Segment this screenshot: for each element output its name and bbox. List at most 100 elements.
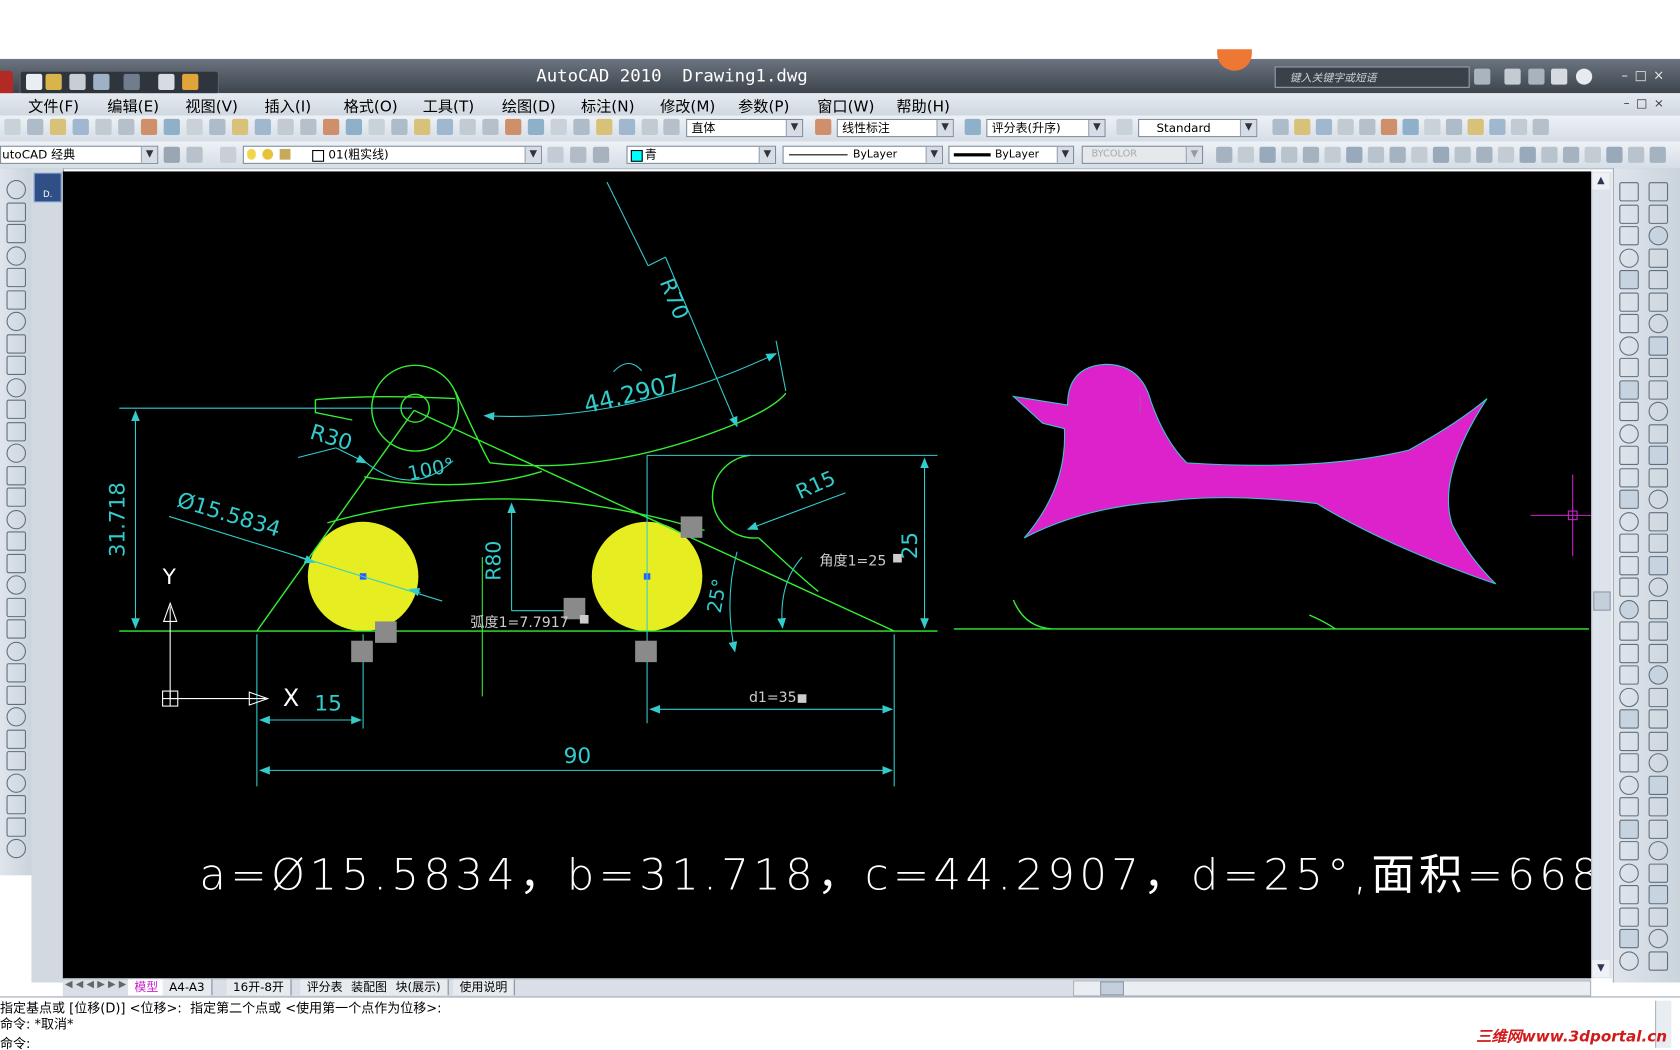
modify-tool-14-icon[interactable] <box>1619 468 1639 488</box>
standard-tool-22-icon[interactable] <box>482 118 499 136</box>
modify-tool-58-icon[interactable] <box>1648 643 1669 664</box>
modify-tool-15-icon[interactable] <box>1619 489 1639 509</box>
chevron-down-icon[interactable]: ▼ <box>758 146 775 163</box>
dimension-tool-12-icon[interactable] <box>1454 146 1471 163</box>
standard-tool-27-icon[interactable] <box>596 118 613 136</box>
modify-tool-29-icon[interactable] <box>1619 797 1639 817</box>
draw-tool-2-icon[interactable] <box>6 202 27 222</box>
draw-tool-7-icon[interactable] <box>6 311 27 332</box>
modify-tool-19-icon[interactable] <box>1619 577 1639 597</box>
doc-restore-button[interactable]: □ <box>1636 96 1654 110</box>
modify-tool-17-icon[interactable] <box>1619 533 1639 553</box>
draw-tool-23-icon[interactable] <box>6 663 27 683</box>
modify-tool-3-icon[interactable] <box>1619 226 1639 246</box>
dimension-tool-15-icon[interactable] <box>1519 146 1536 163</box>
draw-tool-28-icon[interactable] <box>6 773 27 793</box>
publish-icon[interactable] <box>182 73 199 91</box>
hscroll-thumb[interactable] <box>1100 981 1124 996</box>
dimension-tool-3-icon[interactable] <box>1259 146 1276 163</box>
vertical-scrollbar[interactable] <box>1591 171 1612 979</box>
modify-tool-72-icon[interactable] <box>1648 951 1669 971</box>
standard-tool-2-icon[interactable] <box>27 118 44 136</box>
text-style-combo[interactable]: 直体 ▼ <box>686 118 804 138</box>
standard-tool-6-icon[interactable] <box>118 118 135 136</box>
modify-tool-50-icon[interactable] <box>1648 468 1669 488</box>
standard-tool-36-icon[interactable] <box>1315 118 1333 136</box>
layout-tab-3[interactable]: 16开-8开 <box>226 979 292 996</box>
toolbar-lock-icon[interactable] <box>186 146 203 163</box>
menu-file[interactable]: 文件(F) <box>28 95 79 116</box>
draw-tool-1-icon[interactable] <box>6 180 27 200</box>
standard-tool-13-icon[interactable] <box>277 118 294 136</box>
undo-icon[interactable] <box>93 73 110 91</box>
standard-tool-33-icon[interactable] <box>1116 118 1133 136</box>
standard-tool-8-icon[interactable] <box>163 118 180 136</box>
chevron-down-icon[interactable]: ▼ <box>140 146 158 163</box>
draw-tool-25-icon[interactable] <box>6 707 27 727</box>
chevron-down-icon[interactable]: ▼ <box>785 120 803 137</box>
modify-tool-70-icon[interactable] <box>1648 907 1669 927</box>
chevron-down-icon[interactable]: ▼ <box>1239 120 1257 137</box>
menu-draw[interactable]: 绘图(D) <box>502 95 556 116</box>
draw-tool-13-icon[interactable] <box>6 443 27 463</box>
draw-tool-12-icon[interactable] <box>6 422 27 442</box>
layout-tab-1[interactable]: 模型 <box>127 979 166 996</box>
standard-tool-29-icon[interactable] <box>641 118 658 136</box>
standard-tool-11-icon[interactable] <box>231 118 249 136</box>
chevron-down-icon[interactable]: ▼ <box>1088 120 1105 137</box>
draw-tool-20-icon[interactable] <box>6 597 27 618</box>
dimension-tool-6-icon[interactable] <box>1324 146 1341 163</box>
standard-tool-32-icon[interactable] <box>964 118 981 136</box>
standard-tool-4-icon[interactable] <box>72 118 89 136</box>
scroll-thumb[interactable] <box>1593 591 1611 611</box>
menu-edit[interactable]: 编辑(E) <box>107 95 159 116</box>
color-combo[interactable]: 青 ▼ <box>626 145 777 164</box>
modify-tool-49-icon[interactable] <box>1648 445 1669 466</box>
modify-tool-33-icon[interactable] <box>1619 885 1639 905</box>
standard-tool-39-icon[interactable] <box>1380 118 1398 136</box>
layer-manager-icon[interactable] <box>220 146 237 163</box>
scroll-up-button[interactable]: ▲ <box>1592 172 1610 190</box>
standard-tool-12-icon[interactable] <box>254 118 271 136</box>
doc-close-button[interactable]: × <box>1654 96 1670 110</box>
standard-tool-21-icon[interactable] <box>459 118 476 136</box>
draw-tool-26-icon[interactable] <box>6 729 27 749</box>
dim-style-combo[interactable]: 线性标注 ▼ <box>836 118 954 138</box>
modify-tool-32-icon[interactable] <box>1619 863 1639 883</box>
maximize-button[interactable]: □ <box>1634 68 1653 83</box>
draw-tool-21-icon[interactable] <box>6 619 27 639</box>
standard-tool-17-icon[interactable] <box>368 118 385 136</box>
modify-tool-35-icon[interactable] <box>1619 928 1639 949</box>
draw-tool-16-icon[interactable] <box>6 510 27 530</box>
modify-tool-67-icon[interactable] <box>1648 841 1669 861</box>
standard-tool-23-icon[interactable] <box>505 118 522 136</box>
modify-tool-27-icon[interactable] <box>1619 753 1639 773</box>
draw-tool-11-icon[interactable] <box>6 399 27 419</box>
draw-tool-17-icon[interactable] <box>6 531 27 551</box>
modify-tool-8-icon[interactable] <box>1619 336 1639 356</box>
doc-window-controls[interactable]: –□× <box>1624 96 1671 110</box>
draw-tool-3-icon[interactable] <box>6 223 27 244</box>
draw-tool-4-icon[interactable] <box>6 246 27 266</box>
command-input[interactable]: 命令: <box>0 1034 30 1050</box>
help-icon[interactable] <box>1575 68 1593 85</box>
horizontal-scrollbar[interactable] <box>1073 980 1592 997</box>
modify-tool-34-icon[interactable] <box>1619 907 1639 927</box>
layout-tab-7[interactable]: 使用说明 <box>453 979 515 996</box>
dimension-tool-21-icon[interactable] <box>1649 146 1666 163</box>
modify-tool-53-icon[interactable] <box>1648 533 1669 553</box>
modify-tool-45-icon[interactable] <box>1648 357 1669 378</box>
dimension-tool-18-icon[interactable] <box>1584 146 1601 163</box>
standard-tool-43-icon[interactable] <box>1467 118 1484 136</box>
menu-insert[interactable]: 插入(I) <box>264 95 311 116</box>
draw-tool-22-icon[interactable] <box>6 641 27 662</box>
modify-tool-63-icon[interactable] <box>1648 753 1669 773</box>
standard-tool-45-icon[interactable] <box>1510 118 1528 136</box>
modify-tool-25-icon[interactable] <box>1619 709 1639 729</box>
communication-icon[interactable] <box>1528 68 1545 85</box>
tab-nav-arrows[interactable]: ◀◀◀▶▶▶ <box>65 979 130 990</box>
modify-tool-41-icon[interactable] <box>1648 270 1669 290</box>
modify-tool-39-icon[interactable] <box>1648 226 1669 246</box>
modify-tool-52-icon[interactable] <box>1648 512 1669 532</box>
modify-tool-71-icon[interactable] <box>1648 928 1669 949</box>
